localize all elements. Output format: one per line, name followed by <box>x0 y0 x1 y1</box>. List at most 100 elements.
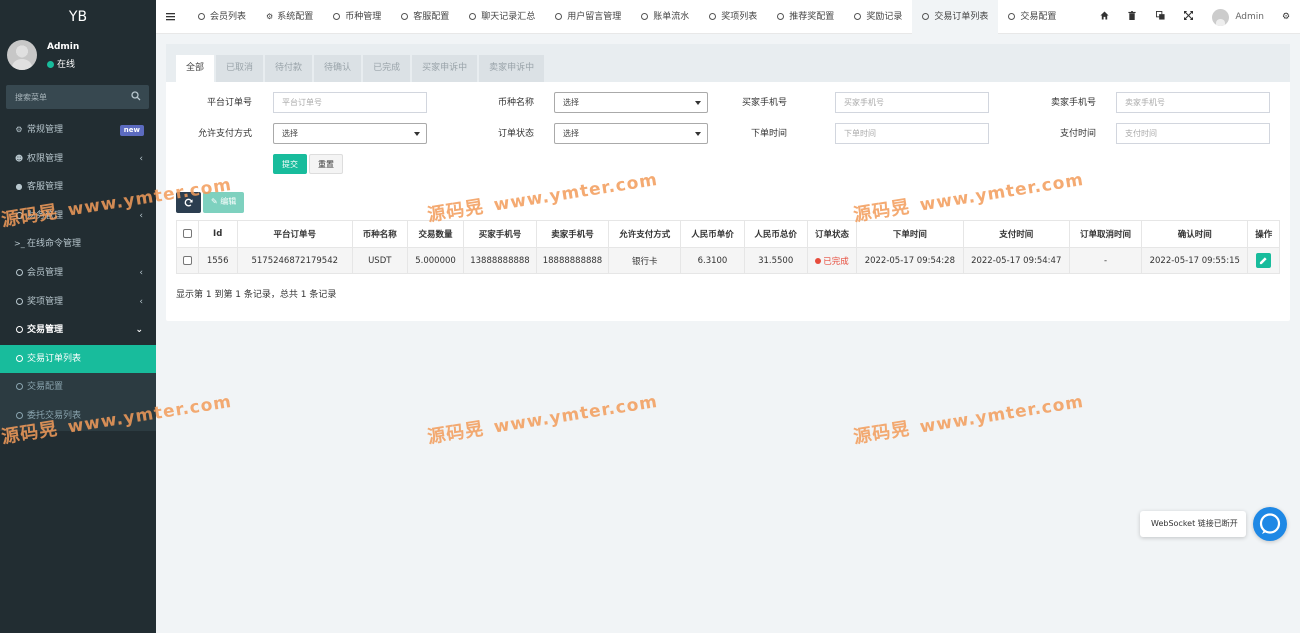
filter-tab-completed[interactable]: 已完成 <box>363 55 411 82</box>
pay-time-input[interactable] <box>1116 123 1270 144</box>
circle-icon <box>333 13 341 20</box>
reset-button[interactable]: 重置 <box>309 154 343 174</box>
filter-tab-pending-pay[interactable]: 待付款 <box>265 55 313 82</box>
column-header[interactable]: 订单状态 <box>806 220 858 248</box>
sidebar-item-permission[interactable]: ☻ 权限管理 ‹ <box>0 145 156 174</box>
user-status: 在线 <box>47 57 75 70</box>
column-header[interactable]: 允许支付方式 <box>608 220 682 248</box>
circle-icon <box>555 13 563 20</box>
chevron-left-icon: ‹ <box>139 296 143 307</box>
watermark-cn: 源码晃 <box>852 418 912 449</box>
tab-prize-list[interactable]: 奖项列表 <box>699 0 767 34</box>
hamburger-icon[interactable] <box>166 12 175 21</box>
tab-label: 交易配置 <box>1020 12 1057 22</box>
filter-tab-all[interactable]: 全部 <box>176 55 215 82</box>
circle-icon <box>469 13 477 20</box>
tab-service-config[interactable]: 客服配置 <box>391 0 459 34</box>
order-status-select[interactable]: 选择 <box>554 123 708 144</box>
menu-search-input[interactable] <box>6 85 124 109</box>
tab-label: 聊天记录汇总 <box>481 12 536 22</box>
tab-bill-flow[interactable]: 账单流水 <box>631 0 699 34</box>
tab-trade-orders[interactable]: 交易订单列表 <box>912 0 999 34</box>
cell-status: 已完成 <box>806 247 858 274</box>
column-header[interactable]: 支付时间 <box>962 220 1070 248</box>
circle-icon <box>14 288 24 317</box>
circle-icon <box>854 13 862 20</box>
tab-message-manage[interactable]: 用户留言管理 <box>545 0 631 34</box>
select-all-checkbox[interactable] <box>182 229 192 238</box>
content-panel: 全部 已取消 待付款 待确认 已完成 买家申诉中 卖家申诉中 平台订单号 币种名… <box>166 44 1290 321</box>
row-checkbox[interactable] <box>182 255 192 265</box>
pay-method-select[interactable]: 选择 <box>273 123 427 144</box>
tab-label: 客服配置 <box>413 12 450 22</box>
fullscreen-icon[interactable] <box>1174 11 1202 23</box>
sidebar-item-label: 交易订单列表 <box>27 353 82 364</box>
sidebar-item-member[interactable]: 会员管理 ‹ <box>0 259 156 288</box>
tab-chat-summary[interactable]: 聊天记录汇总 <box>459 0 545 34</box>
search-form-row: 平台订单号 币种名称 选择 买家手机号 卖家手机号 <box>166 92 1290 114</box>
comment-icon: ● <box>15 182 23 192</box>
user-panel: Admin 在线 <box>0 34 156 79</box>
column-header[interactable]: 买家手机号 <box>463 220 537 248</box>
home-icon[interactable] <box>1090 11 1118 23</box>
tab-referral-config[interactable]: 推荐奖配置 <box>767 0 844 34</box>
filter-tab-pending-confirm[interactable]: 待确认 <box>314 55 362 82</box>
sidebar-item-trade-config[interactable]: 交易配置 <box>0 373 156 402</box>
sidebar-item-label: 权限管理 <box>27 153 64 164</box>
column-header[interactable]: 下单时间 <box>856 220 964 248</box>
trash-icon[interactable] <box>1118 11 1146 23</box>
column-header[interactable]: 币种名称 <box>351 220 408 248</box>
search-icon[interactable] <box>131 91 141 101</box>
column-header[interactable]: 人民币总价 <box>743 220 808 248</box>
cell-pay-time: 2022-05-17 09:54:47 <box>962 247 1070 274</box>
column-header[interactable]: 订单取消时间 <box>1068 220 1143 248</box>
pencil-icon <box>1260 257 1267 265</box>
avatar <box>1212 8 1230 26</box>
order-no-input[interactable] <box>273 92 427 113</box>
cogs-icon: ⚙ <box>15 125 23 134</box>
filter-tab-cancelled[interactable]: 已取消 <box>216 55 264 82</box>
sidebar-item-general[interactable]: ⚙ 常规管理 new <box>0 116 156 145</box>
buyer-phone-input[interactable] <box>835 92 989 113</box>
filter-tab-seller-appeal[interactable]: 卖家申诉中 <box>479 55 545 82</box>
nav-tabs: 会员列表 ⚙ 系统配置 币种管理 客服配置 聊天记录汇总 用户留言管理 账单流水 … <box>188 0 1066 34</box>
order-time-input[interactable] <box>835 123 989 144</box>
submit-button[interactable]: 提交 <box>273 154 307 174</box>
row-edit-button[interactable] <box>1256 253 1272 268</box>
circle-icon <box>14 373 24 402</box>
select-all-header <box>176 220 199 248</box>
language-icon[interactable] <box>1146 11 1174 23</box>
logo[interactable]: YB <box>0 0 156 34</box>
buyer-phone-label: 买家手机号 <box>741 98 787 108</box>
sidebar-item-trade[interactable]: 交易管理 ⌄ <box>0 316 156 345</box>
tab-trade-config[interactable]: 交易配置 <box>998 0 1066 34</box>
tab-member-list[interactable]: 会员列表 <box>188 0 256 34</box>
cogs-icon[interactable]: ⚙ <box>1272 12 1300 22</box>
orders-table: Id 平台订单号 币种名称 交易数量 买家手机号 卖家手机号 允许支付方式 人民… <box>176 220 1280 274</box>
circle-icon <box>777 13 785 20</box>
tab-reward-record[interactable]: 奖励记录 <box>844 0 912 34</box>
column-header[interactable]: 确认时间 <box>1141 220 1249 248</box>
sidebar-item-command[interactable]: >_ 在线命令管理 <box>0 230 156 259</box>
column-header[interactable]: Id <box>197 220 238 248</box>
coin-label: 币种名称 <box>497 98 534 108</box>
pagination-summary: 显示第 1 到第 1 条记录，总共 1 条记录 <box>176 290 337 300</box>
chat-button[interactable] <box>1253 507 1287 541</box>
column-header[interactable]: 平台订单号 <box>236 220 353 248</box>
tab-system-config[interactable]: ⚙ 系统配置 <box>256 0 323 34</box>
column-header[interactable]: 人民币单价 <box>680 220 745 248</box>
seller-phone-input[interactable] <box>1116 92 1270 113</box>
coin-select[interactable]: 选择 <box>554 92 708 113</box>
sidebar-item-trade-orders[interactable]: 交易订单列表 <box>0 344 156 374</box>
column-header[interactable]: 卖家手机号 <box>535 220 610 248</box>
sidebar-item-label: 交易配置 <box>27 382 64 393</box>
filter-tab-buyer-appeal[interactable]: 买家申诉中 <box>412 55 478 82</box>
nav-user-menu[interactable]: Admin <box>1202 8 1272 26</box>
table-row[interactable]: 1556 5175246872179542 USDT 5.000000 1388… <box>176 247 1280 274</box>
gear-icon: ⚙ <box>266 12 274 21</box>
sidebar-menu: ⚙ 常规管理 new ☻ 权限管理 ‹ ● 客服管理 财务管理 ‹ >_ 在线命令管理 … <box>0 116 156 431</box>
cell-total-price: 31.5500 <box>743 247 808 274</box>
sidebar-item-prize[interactable]: 奖项管理 ‹ <box>0 288 156 317</box>
tab-coin-manage[interactable]: 币种管理 <box>323 0 391 34</box>
sidebar-item-label: 常规管理 <box>27 125 64 135</box>
